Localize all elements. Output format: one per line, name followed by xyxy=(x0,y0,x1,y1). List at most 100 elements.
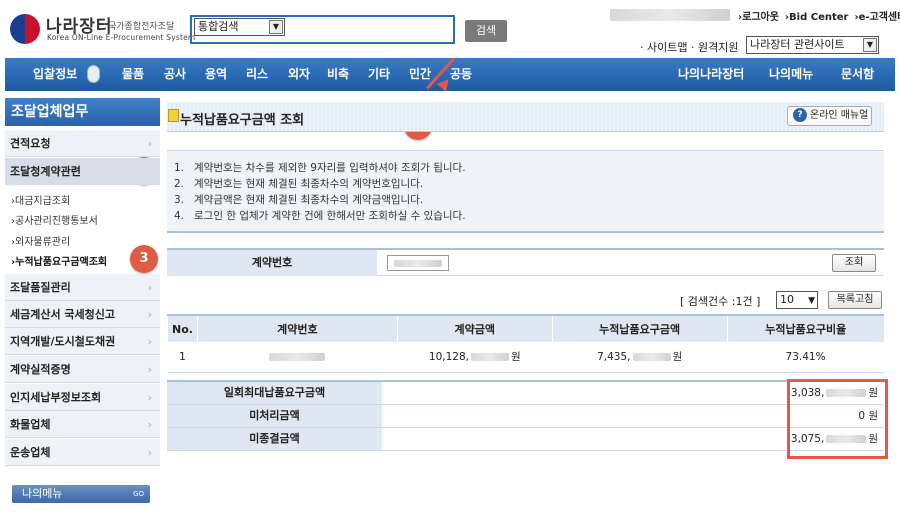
customer-center-link[interactable]: ›e-고객센터 xyxy=(854,12,900,23)
nav-foreign[interactable]: 외자 xyxy=(288,58,310,91)
nav-construction[interactable]: 공사 xyxy=(164,58,186,91)
logout-link[interactable]: ›로그아웃 xyxy=(738,12,779,23)
summary-table: 일회최대납품요구금액 3,038, 원 미처리금액 0 원 미종결금액 3,075… xyxy=(167,380,884,451)
sidebar-sub-construction-notice[interactable]: ›공사관리진행통보서 xyxy=(11,212,98,227)
summary-label: 미처리금액 xyxy=(167,405,382,427)
sidebar-sub-foreign-logistics[interactable]: ›외자물류관리 xyxy=(11,233,70,248)
notice-line: 1. 계약번호는 차수를 제외한 9자리를 입력하셔야 조회가 됩니다. xyxy=(174,162,466,174)
sidebar-title: 조달업체업무 xyxy=(5,98,160,126)
notice-line: 4. 로그인 한 업체가 계약한 건에 한해서만 조회하실 수 있습니다. xyxy=(174,210,466,222)
chevron-right-icon: › xyxy=(147,418,152,431)
col-cumulative-amount: 누적납품요구금액 xyxy=(551,314,728,342)
cell-cumulative-amount: 7,435, 원 xyxy=(552,342,728,373)
cell-contract-amount: 10,128, 원 xyxy=(397,342,553,373)
nav-lease[interactable]: 리스 xyxy=(246,58,268,91)
redacted-value xyxy=(394,260,442,267)
step-badge-3: 3 xyxy=(130,245,158,273)
bid-center-link[interactable]: ›Bid Center xyxy=(785,12,849,23)
cell-cumulative-ratio: 73.41% xyxy=(727,342,884,373)
chevron-right-icon: › xyxy=(147,391,152,404)
page-title: 누적납품요구금액 조회 xyxy=(180,113,305,128)
sidebar-item-tax-invoice[interactable]: 세금계산서 국세청신고 › xyxy=(5,301,160,328)
nav-other[interactable]: 기타 xyxy=(368,58,390,91)
search-button[interactable]: 검색 xyxy=(465,20,507,42)
chevron-right-icon: › xyxy=(147,308,152,321)
cell-no: 1 xyxy=(167,342,198,373)
sidebar-item-transport[interactable]: 운송업체 › xyxy=(5,439,160,466)
go-label: GO xyxy=(133,490,144,498)
notice-line: 3. 계약금액은 현재 체결된 최종차수의 계약금액입니다. xyxy=(174,194,424,206)
highlight-box xyxy=(787,379,888,459)
search-scope-value: 통합검색 xyxy=(198,20,239,33)
result-count: [ 검색건수 :1건 ] xyxy=(680,295,761,308)
chevron-right-icon: › xyxy=(147,335,152,348)
logo-subtitle: 국가종합전자조달 xyxy=(108,22,175,32)
sidebar-item-label: 조달청계약관련 xyxy=(10,165,81,178)
sidebar-item-label: 조달품질관리 xyxy=(10,281,71,294)
table-row[interactable]: 1 10,128, 원 7,435, 원 73.41% xyxy=(167,342,884,373)
nav-document-box[interactable]: 문서함 xyxy=(841,58,874,91)
logo-english: Korea ON-Line E-Procurement System xyxy=(47,33,196,42)
nav-bid-info[interactable]: 입찰정보 xyxy=(33,58,77,91)
redacted-value xyxy=(632,353,671,362)
nav-goods[interactable]: 물품 xyxy=(122,58,144,91)
chevron-right-icon: › xyxy=(147,137,152,150)
page-size-value: 10 xyxy=(780,293,794,306)
sidebar-item-label: 계약실적증명 xyxy=(10,363,71,376)
result-table: No. 계약번호 계약금액 누적납품요구금액 누적납품요구비율 1 10,128… xyxy=(167,314,884,373)
sidebar-item-label: 인지세납부정보조회 xyxy=(10,391,102,404)
col-cumulative-ratio: 누적납품요구비율 xyxy=(726,314,884,342)
nav-my-menu[interactable]: 나의메뉴 xyxy=(769,58,813,91)
pencil-icon xyxy=(168,109,179,122)
sidebar-item-bonds[interactable]: 지역개발/도시철도채권 › xyxy=(5,328,160,355)
chevron-right-icon: › xyxy=(147,281,152,294)
top-links: ›로그아웃 ›Bid Center ›e-고객센터 xyxy=(738,8,900,23)
user-name-redacted xyxy=(610,9,730,21)
sidebar-sub-cumulative[interactable]: ›누적납품요구금액조회 xyxy=(11,253,107,268)
sidebar-item-quote[interactable]: 견적요청 › xyxy=(5,130,160,157)
redacted-value xyxy=(269,352,326,361)
col-no: No. xyxy=(167,314,198,342)
search-scope-select[interactable]: 통합검색 ▼ xyxy=(194,18,285,36)
nav-my-narajangteo[interactable]: 나의나라장터 xyxy=(678,58,744,91)
chevron-down-icon: ▼ xyxy=(269,20,283,34)
sidebar-item-quality[interactable]: 조달품질관리 › xyxy=(5,274,160,301)
my-menu-label: 나의메뉴 xyxy=(22,487,63,500)
sidebar-item-label: 지역개발/도시철도채권 xyxy=(10,335,116,348)
sidebar-item-cargo[interactable]: 화물업체 › xyxy=(5,411,160,438)
page-size-select[interactable]: 10 ▼ xyxy=(776,291,818,309)
sidebar-item-performance[interactable]: 계약실적증명 › xyxy=(5,356,160,383)
nav-service[interactable]: 용역 xyxy=(205,58,227,91)
contract-number-input[interactable] xyxy=(387,255,449,271)
summary-row: 일회최대납품요구금액 3,038, 원 xyxy=(167,382,884,405)
sidebar-item-label: 화물업체 xyxy=(10,418,51,431)
sidebar-item-stamp-tax[interactable]: 인지세납부정보조회 › xyxy=(5,384,160,411)
chevron-right-icon: › xyxy=(147,446,152,459)
contract-number-label: 계약번호 xyxy=(167,250,377,276)
notice-line: 2. 계약번호는 현재 체결된 최종차수의 계약번호입니다. xyxy=(174,178,424,190)
sidebar-item-contract[interactable]: 조달청계약관련 xyxy=(5,158,160,185)
related-sites-value: 나라장터 관련사이트 xyxy=(750,38,845,51)
summary-row: 미종결금액 3,075, 원 xyxy=(167,428,884,451)
my-menu-button[interactable]: 나의메뉴 GO xyxy=(12,485,150,503)
table-header-row: No. 계약번호 계약금액 누적납품요구금액 누적납품요구비율 xyxy=(167,314,884,342)
chevron-down-icon: ▼ xyxy=(863,38,877,52)
sitemap-links[interactable]: · 사이트맵 · 원격지원 xyxy=(640,39,738,55)
search-contract-button[interactable]: 조회 xyxy=(832,254,876,272)
redacted-value xyxy=(470,353,509,362)
sidebar-sub-payment[interactable]: ›대금지급조회 xyxy=(11,192,70,207)
nav-stockpile[interactable]: 비축 xyxy=(327,58,349,91)
summary-label: 미종결금액 xyxy=(167,428,382,450)
sidebar-item-label: 운송업체 xyxy=(10,446,51,459)
col-contract-amount: 계약금액 xyxy=(396,314,553,342)
help-icon: ? xyxy=(793,108,807,122)
refresh-list-button[interactable]: 목록고침 xyxy=(828,291,882,309)
mouse-icon xyxy=(87,65,100,83)
logo-emblem[interactable] xyxy=(10,14,40,44)
cell-contract-no xyxy=(197,342,398,373)
col-contract-no: 계약번호 xyxy=(196,314,398,342)
related-sites-select[interactable]: 나라장터 관련사이트 ▼ xyxy=(746,36,879,54)
summary-row: 미처리금액 0 원 xyxy=(167,405,884,428)
nav-joint[interactable]: 공동 xyxy=(450,58,472,91)
sidebar-item-label: 견적요청 xyxy=(10,137,51,150)
